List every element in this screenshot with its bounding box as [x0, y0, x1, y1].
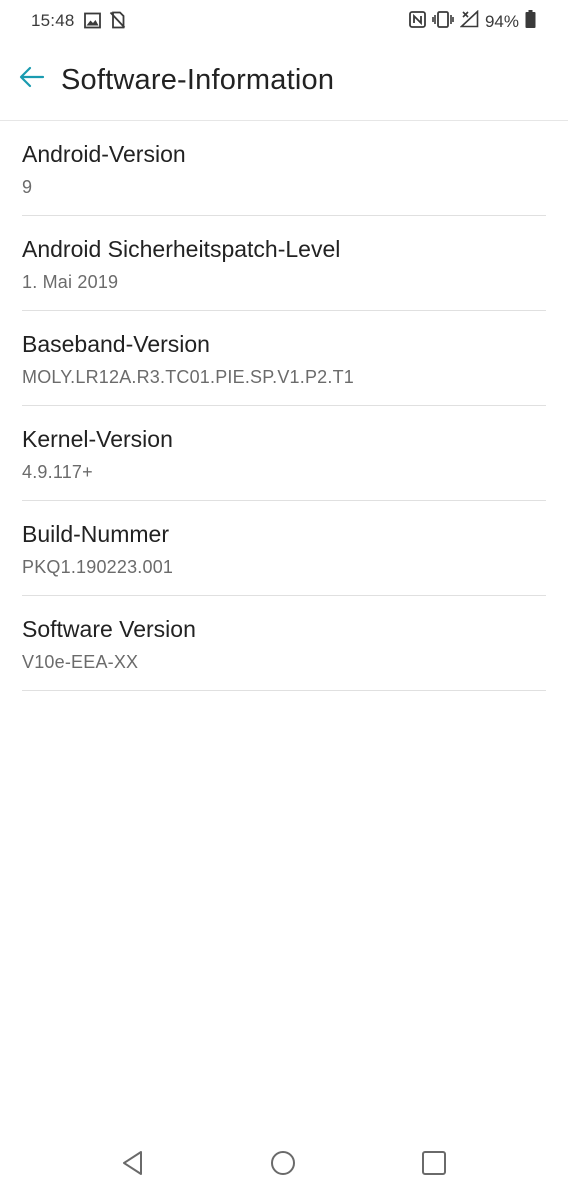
navigation-bar — [0, 1130, 568, 1200]
back-button[interactable] — [10, 57, 54, 101]
vibrate-icon — [432, 10, 454, 33]
battery-percentage: 94% — [484, 11, 519, 31]
list-item-security-patch[interactable]: Android Sicherheitspatch-Level 1. Mai 20… — [22, 216, 546, 311]
item-value: PKQ1.190223.001 — [22, 557, 174, 577]
item-title: Android Sicherheitspatch-Level — [22, 236, 341, 262]
list-item-software-version[interactable]: Software Version V10e-EEA-XX — [22, 596, 546, 691]
software-info-list: Android-Version 9 Android Sicherheitspat… — [22, 121, 546, 691]
arrow-left-icon — [19, 66, 45, 93]
list-item-build-number[interactable]: Build-Nummer PKQ1.190223.001 — [22, 501, 546, 596]
back-triangle-icon — [121, 1150, 145, 1181]
nav-back-button[interactable] — [111, 1143, 155, 1187]
nfc-icon — [409, 10, 426, 33]
nav-home-button[interactable] — [261, 1143, 305, 1187]
status-left-icons — [84, 11, 126, 34]
item-value: 4.9.117+ — [22, 462, 93, 482]
item-value: 9 — [22, 177, 33, 197]
status-bar: 15:48 94% — [0, 0, 568, 42]
no-signal-icon — [459, 9, 479, 33]
item-title: Software Version — [22, 616, 196, 642]
page-title: Software-Information — [61, 64, 335, 96]
item-title: Android-Version — [22, 141, 186, 167]
recents-square-icon — [421, 1150, 447, 1181]
item-title: Kernel-Version — [22, 426, 173, 452]
item-value: 1. Mai 2019 — [22, 272, 119, 292]
nav-recents-button[interactable] — [412, 1143, 456, 1187]
list-item-baseband-version[interactable]: Baseband-Version MOLY.LR12A.R3.TC01.PIE.… — [22, 311, 546, 406]
no-sim-icon — [109, 11, 126, 34]
status-time: 15:48 — [31, 11, 75, 30]
battery-icon — [525, 10, 536, 33]
status-right-icons: 94% — [409, 9, 536, 33]
item-value: V10e-EEA-XX — [22, 652, 139, 672]
list-item-kernel-version[interactable]: Kernel-Version 4.9.117+ — [22, 406, 546, 501]
list-item-android-version[interactable]: Android-Version 9 — [22, 121, 546, 216]
item-title: Baseband-Version — [22, 331, 210, 357]
image-icon — [84, 12, 101, 34]
toolbar: Software-Information — [0, 42, 568, 121]
home-circle-icon — [270, 1150, 296, 1181]
item-title: Build-Nummer — [22, 521, 169, 547]
item-value: MOLY.LR12A.R3.TC01.PIE.SP.V1.P2.T1 — [22, 367, 354, 387]
